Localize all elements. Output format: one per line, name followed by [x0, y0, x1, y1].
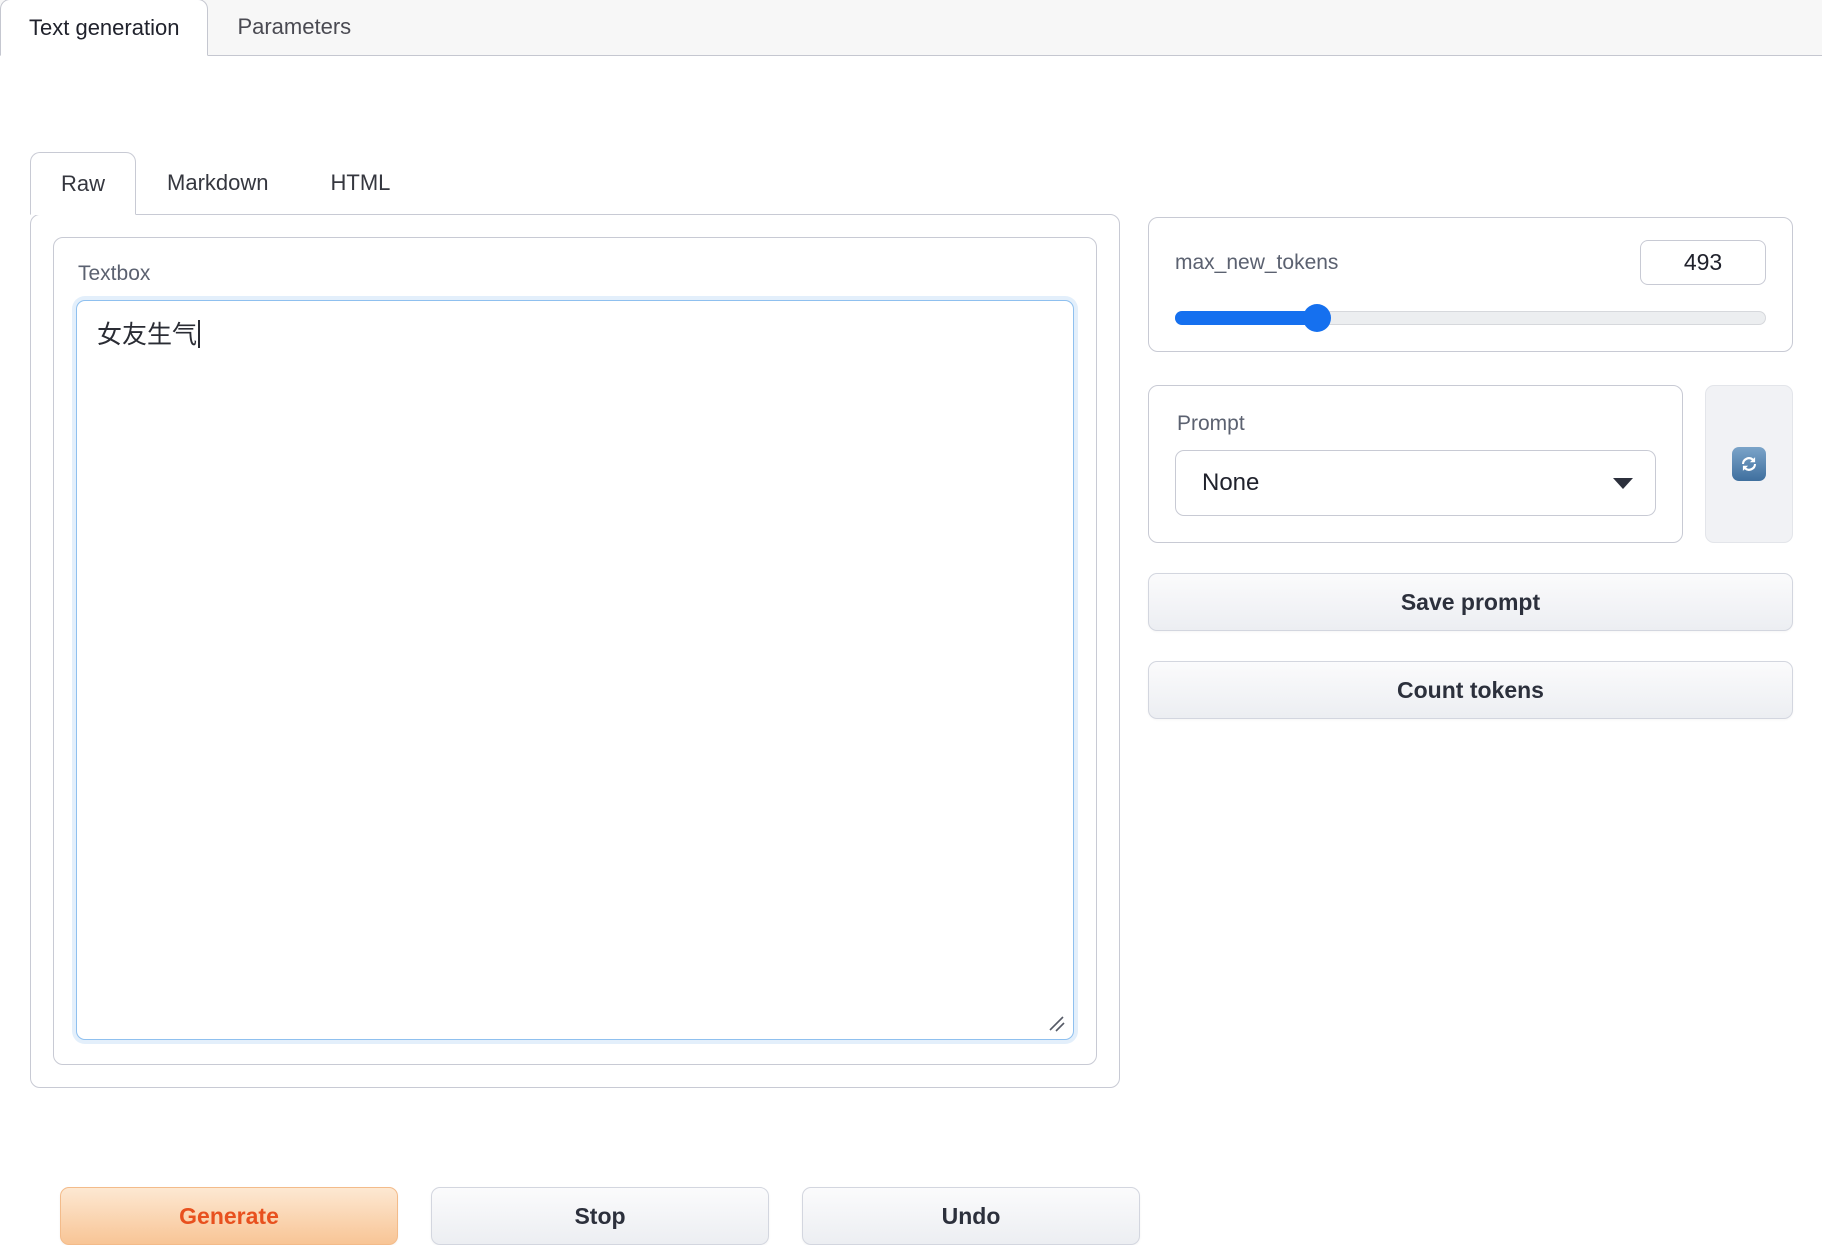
prompt-selected-value: None: [1202, 469, 1260, 496]
tab-raw[interactable]: Raw: [30, 152, 137, 215]
tab-html[interactable]: HTML: [300, 152, 422, 214]
generate-button[interactable]: Generate: [60, 1187, 398, 1245]
prompt-label: Prompt: [1177, 412, 1245, 435]
max-new-tokens-label: max_new_tokens: [1175, 250, 1339, 274]
slider-fill: [1175, 311, 1317, 325]
textbox-input[interactable]: 女友生气: [76, 300, 1074, 1040]
tab-text-generation[interactable]: Text generation: [0, 0, 209, 56]
undo-button[interactable]: Undo: [802, 1187, 1140, 1245]
textbox-wrapper: 女友生气: [76, 300, 1074, 1040]
refresh-icon: [1732, 447, 1766, 481]
tab-markdown[interactable]: Markdown: [136, 152, 299, 214]
settings-column: max_new_tokens 493 Prompt None Save prom…: [1148, 217, 1793, 719]
output-column: Raw Markdown HTML Textbox 女友生气 Generate …: [30, 152, 1140, 1245]
action-button-row: Generate Stop Undo: [60, 1187, 1140, 1245]
stop-button[interactable]: Stop: [431, 1187, 769, 1245]
text-cursor: [198, 320, 201, 348]
main-stage: Raw Markdown HTML Textbox 女友生气 Generate …: [0, 56, 1822, 1245]
count-tokens-button[interactable]: Count tokens: [1148, 661, 1793, 719]
textbox-group: Textbox 女友生气: [53, 237, 1097, 1065]
max-new-tokens-slider[interactable]: [1175, 304, 1766, 332]
top-tab-bar: Text generation Parameters: [0, 0, 1822, 56]
max-new-tokens-number-input[interactable]: 493: [1640, 240, 1766, 285]
resize-grip-icon: [1049, 1016, 1065, 1032]
refresh-prompts-button[interactable]: [1705, 385, 1793, 543]
max-new-tokens-group: max_new_tokens 493: [1148, 217, 1793, 352]
save-prompt-button[interactable]: Save prompt: [1148, 573, 1793, 631]
chevron-down-icon: [1613, 477, 1633, 489]
textbox-label: Textbox: [78, 262, 151, 285]
prompt-select[interactable]: None: [1175, 450, 1656, 516]
prompt-group: Prompt None: [1148, 385, 1683, 543]
textbox-value: 女友生气: [97, 321, 198, 349]
output-tab-bar: Raw Markdown HTML: [30, 152, 1120, 215]
slider-thumb[interactable]: [1302, 304, 1331, 332]
tab-parameters[interactable]: Parameters: [208, 0, 380, 55]
output-panel: Textbox 女友生气: [30, 214, 1120, 1088]
max-new-tokens-header: max_new_tokens 493: [1175, 240, 1766, 285]
prompt-row: Prompt None: [1148, 385, 1793, 543]
